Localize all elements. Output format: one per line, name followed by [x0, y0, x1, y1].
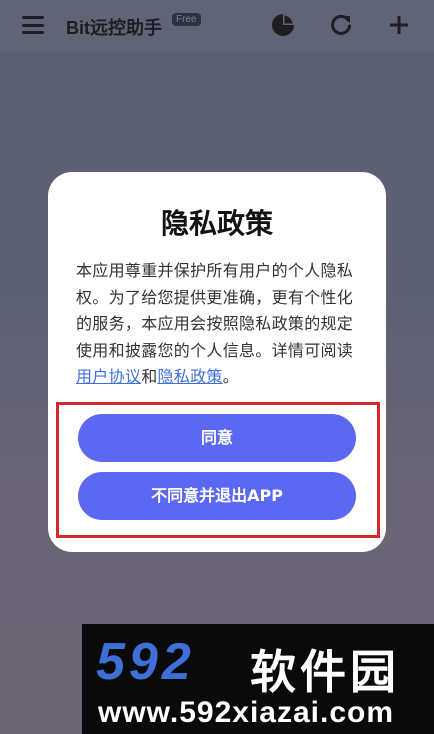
period-text: 。 [222, 367, 240, 386]
dialog-body: 本应用尊重并保护所有用户的个人隐私权。为了给您提供更准确，更有个性化的服务，本应… [76, 258, 360, 391]
pie-chart-icon[interactable] [270, 12, 296, 38]
decline-exit-button[interactable]: 不同意并退出APP [78, 472, 356, 520]
plus-icon[interactable] [386, 12, 412, 38]
dialog-title: 隐私政策 [160, 207, 273, 240]
conjunction-text: 和 [141, 367, 158, 386]
user-agreement-link[interactable]: 用户协议 [76, 367, 141, 386]
app-title: Bit远控助手 [66, 18, 162, 38]
watermark-url: www.592xiazai.com [98, 696, 395, 729]
privacy-policy-link[interactable]: 隐私政策 [158, 367, 223, 386]
watermark: 592 软件园 www.592xiazai.com [82, 624, 434, 734]
app-bar: Bit远控助手 Free [0, 0, 434, 52]
refresh-icon[interactable] [328, 12, 354, 38]
watermark-logo: 592 [96, 633, 195, 691]
dialog-body-text: 本应用尊重并保护所有用户的个人隐私权。为了给您提供更准确，更有个性化的服务，本应… [76, 261, 354, 360]
watermark-name: 软件园 [250, 645, 400, 699]
menu-icon[interactable] [22, 16, 44, 34]
agree-button[interactable]: 同意 [78, 414, 356, 462]
free-badge: Free [172, 13, 201, 26]
